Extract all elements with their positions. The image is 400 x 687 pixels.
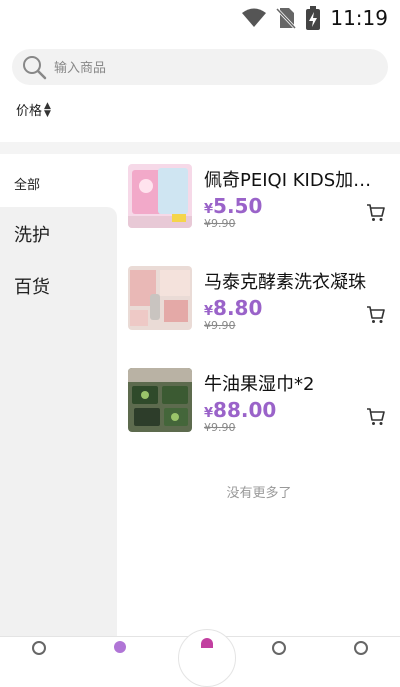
search-bar[interactable] bbox=[12, 49, 388, 87]
profile-tab-icon[interactable] bbox=[354, 641, 368, 655]
product-image bbox=[128, 368, 192, 432]
category-tab-icon[interactable] bbox=[114, 641, 126, 653]
sidebar-unselected-area: 洗护 百货 bbox=[0, 207, 117, 650]
center-action-button[interactable] bbox=[178, 629, 236, 687]
status-bar: 11:19 bbox=[0, 0, 400, 36]
product-price: ¥5.50 bbox=[204, 194, 263, 218]
cart-tab-icon[interactable] bbox=[272, 641, 286, 655]
sort-price-label: 价格 bbox=[16, 104, 43, 119]
sidebar-item-general-goods[interactable]: 百货 bbox=[14, 273, 50, 299]
sidebar-item-care[interactable]: 洗护 bbox=[14, 221, 50, 247]
product-image bbox=[128, 164, 192, 228]
product-name: 马泰克酵素洗衣凝珠 bbox=[204, 272, 366, 293]
home-tab-icon[interactable] bbox=[32, 641, 46, 655]
product-name: 牛油果湿巾*2 bbox=[204, 374, 315, 395]
bottom-nav bbox=[0, 629, 400, 687]
status-time: 11:19 bbox=[330, 6, 388, 30]
sort-price-button[interactable]: 价格 ▲ ▼ bbox=[16, 100, 51, 119]
no-sim-icon bbox=[276, 7, 297, 29]
product-price: ¥88.00 bbox=[204, 398, 277, 422]
product-original-price: ¥9.90 bbox=[204, 421, 236, 434]
category-sidebar: 全部 洗护 百货 bbox=[0, 154, 117, 650]
add-to-cart-icon[interactable] bbox=[366, 306, 386, 328]
product-price: ¥8.80 bbox=[204, 296, 263, 320]
product-image bbox=[128, 266, 192, 330]
product-name: 佩奇PEIQI KIDS加厚婴儿手口湿巾 bbox=[204, 170, 380, 191]
add-to-cart-icon[interactable] bbox=[366, 204, 386, 226]
search-icon bbox=[22, 55, 48, 85]
wifi-icon bbox=[242, 8, 267, 28]
product-item[interactable]: 佩奇PEIQI KIDS加厚婴儿手口湿巾 ¥5.50 ¥9.90 bbox=[128, 164, 390, 244]
search-input[interactable] bbox=[52, 49, 376, 87]
sidebar-item-all[interactable]: 全部 bbox=[14, 174, 40, 193]
product-item[interactable]: 牛油果湿巾*2 ¥88.00 ¥9.90 bbox=[128, 368, 390, 448]
section-divider bbox=[0, 142, 400, 154]
product-original-price: ¥9.90 bbox=[204, 217, 236, 230]
product-original-price: ¥9.90 bbox=[204, 319, 236, 332]
product-item[interactable]: 马泰克酵素洗衣凝珠 ¥8.80 ¥9.90 bbox=[128, 266, 390, 346]
battery-charging-icon bbox=[306, 6, 321, 30]
add-to-cart-icon[interactable] bbox=[366, 408, 386, 430]
sort-updown-icon: ▲ ▼ bbox=[44, 100, 51, 119]
list-end-text: 没有更多了 bbox=[226, 486, 292, 501]
